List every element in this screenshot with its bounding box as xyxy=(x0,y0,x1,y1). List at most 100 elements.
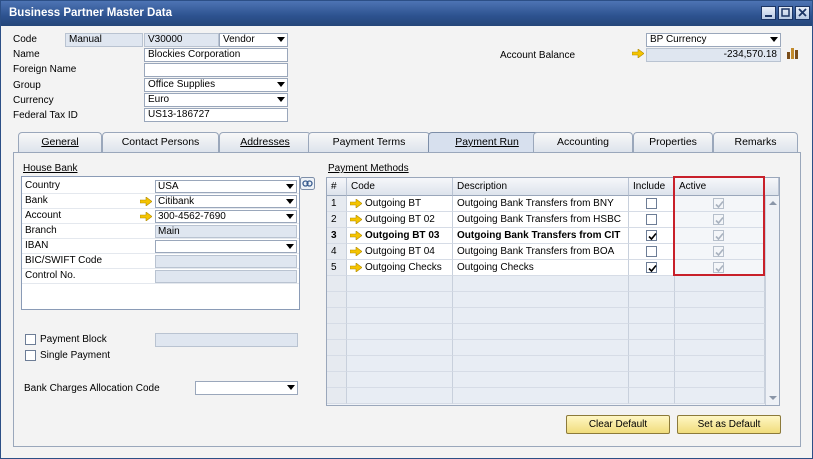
include-checkbox[interactable] xyxy=(646,246,657,257)
include-cell xyxy=(629,276,675,292)
table-row[interactable] xyxy=(327,340,765,356)
description-cell xyxy=(453,340,629,356)
column-header-include[interactable]: Include xyxy=(629,178,675,196)
close-button[interactable] xyxy=(795,6,810,20)
code-cell xyxy=(347,308,453,324)
table-row[interactable] xyxy=(327,388,765,404)
window-title: Business Partner Master Data xyxy=(9,7,172,19)
tab-accounting[interactable]: Accounting xyxy=(533,132,633,152)
description-cell xyxy=(453,276,629,292)
code-cell xyxy=(347,276,453,292)
country-select[interactable]: USA xyxy=(155,180,297,193)
bp-master-data-window: Business Partner Master Data Code Manual… xyxy=(0,0,813,459)
bp-type-select[interactable]: Vendor xyxy=(219,33,288,47)
code-series-field[interactable]: Manual xyxy=(65,33,143,47)
iban-select[interactable] xyxy=(155,240,297,253)
include-cell xyxy=(629,244,675,260)
code-field[interactable]: V30000 xyxy=(144,33,219,47)
tab-properties[interactable]: Properties xyxy=(633,132,713,152)
name-field[interactable]: Blockies Corporation xyxy=(144,48,288,62)
include-cell xyxy=(629,388,675,404)
chevron-down-icon xyxy=(286,199,294,204)
active-cell xyxy=(675,340,765,356)
control-no-field xyxy=(155,270,297,283)
include-checkbox[interactable] xyxy=(646,198,657,209)
bank-charges-select[interactable] xyxy=(195,381,298,395)
code-cell: Outgoing BT 03 xyxy=(347,228,453,244)
tab-remarks[interactable]: Remarks xyxy=(713,132,798,152)
table-row[interactable] xyxy=(327,308,765,324)
account-select[interactable]: 300-4562-7690 xyxy=(155,210,297,223)
single-payment-checkbox[interactable] xyxy=(25,350,36,361)
description-cell: Outgoing Bank Transfers from HSBC xyxy=(453,212,629,228)
link-arrow-icon[interactable] xyxy=(632,49,644,58)
currency-select[interactable]: Euro xyxy=(144,93,288,107)
table-row[interactable] xyxy=(327,356,765,372)
account-balance-field: -234,570.18 xyxy=(646,48,781,62)
clear-default-button[interactable]: Clear Default xyxy=(566,415,670,434)
include-cell xyxy=(629,324,675,340)
code-text: Outgoing BT 04 xyxy=(365,246,435,257)
active-cell xyxy=(675,324,765,340)
table-row[interactable] xyxy=(327,292,765,308)
iban-row: IBAN xyxy=(22,239,299,254)
vertical-scrollbar[interactable] xyxy=(765,196,779,405)
description-cell xyxy=(453,324,629,340)
payment-block-field xyxy=(155,333,298,347)
set-as-default-button[interactable]: Set as Default xyxy=(677,415,781,434)
bp-currency-select[interactable]: BP Currency xyxy=(646,33,781,47)
description-cell xyxy=(453,356,629,372)
chevron-down-icon xyxy=(287,385,295,390)
code-text: Outgoing BT 03 xyxy=(365,230,440,241)
country-row: Country USA xyxy=(22,179,299,194)
tax-id-field[interactable]: US13-186727 xyxy=(144,108,288,122)
chevron-down-icon xyxy=(277,82,285,87)
column-header-code[interactable]: Code xyxy=(347,178,453,196)
chevron-down-icon xyxy=(277,97,285,102)
code-text: Outgoing BT 02 xyxy=(365,214,435,225)
code-cell xyxy=(347,292,453,308)
active-cell xyxy=(675,356,765,372)
minimize-icon xyxy=(765,15,772,17)
bic-row: BIC/SWIFT Code xyxy=(22,254,299,269)
tab-addresses[interactable]: Addresses xyxy=(219,132,311,152)
include-cell xyxy=(629,356,675,372)
minimize-button[interactable] xyxy=(761,6,776,20)
row-number-cell xyxy=(327,308,347,324)
payment-block-checkbox[interactable] xyxy=(25,334,36,345)
include-checkbox[interactable] xyxy=(646,214,657,225)
link-arrow-icon[interactable] xyxy=(140,212,152,221)
maximize-button[interactable] xyxy=(778,6,793,20)
tab-contact-persons[interactable]: Contact Persons xyxy=(102,132,219,152)
foreign-name-field[interactable] xyxy=(144,63,288,77)
bank-charges-label: Bank Charges Allocation Code xyxy=(24,383,160,394)
description-cell: Outgoing Bank Transfers from BOA xyxy=(453,244,629,260)
description-cell: Outgoing Bank Transfers from CIT xyxy=(453,228,629,244)
chevron-down-icon xyxy=(286,214,294,219)
tab-payment-run[interactable]: Payment Run xyxy=(428,132,546,152)
bar-chart-icon[interactable] xyxy=(786,46,800,60)
group-select[interactable]: Office Supplies xyxy=(144,78,288,92)
description-cell xyxy=(453,388,629,404)
include-checkbox[interactable] xyxy=(646,262,657,273)
include-checkbox[interactable] xyxy=(646,230,657,241)
branch-field: Main xyxy=(155,225,297,238)
table-row[interactable] xyxy=(327,324,765,340)
title-bar[interactable]: Business Partner Master Data xyxy=(1,1,812,26)
bank-select[interactable]: Citibank xyxy=(155,195,297,208)
tab-payment-terms[interactable]: Payment Terms xyxy=(308,132,430,152)
code-cell: Outgoing BT 02 xyxy=(347,212,453,228)
description-cell xyxy=(453,372,629,388)
scroll-header xyxy=(765,178,779,196)
active-column-highlight xyxy=(673,176,765,276)
link-icon[interactable] xyxy=(300,177,315,190)
description-cell: Outgoing Checks xyxy=(453,260,629,276)
link-arrow-icon[interactable] xyxy=(140,197,152,206)
column-header-description[interactable]: Description xyxy=(453,178,629,196)
tab-general[interactable]: General xyxy=(18,132,102,152)
table-row[interactable] xyxy=(327,372,765,388)
branch-row: Branch Main xyxy=(22,224,299,239)
column-header-num[interactable]: # xyxy=(327,178,347,196)
code-cell xyxy=(347,356,453,372)
table-row[interactable] xyxy=(327,276,765,292)
